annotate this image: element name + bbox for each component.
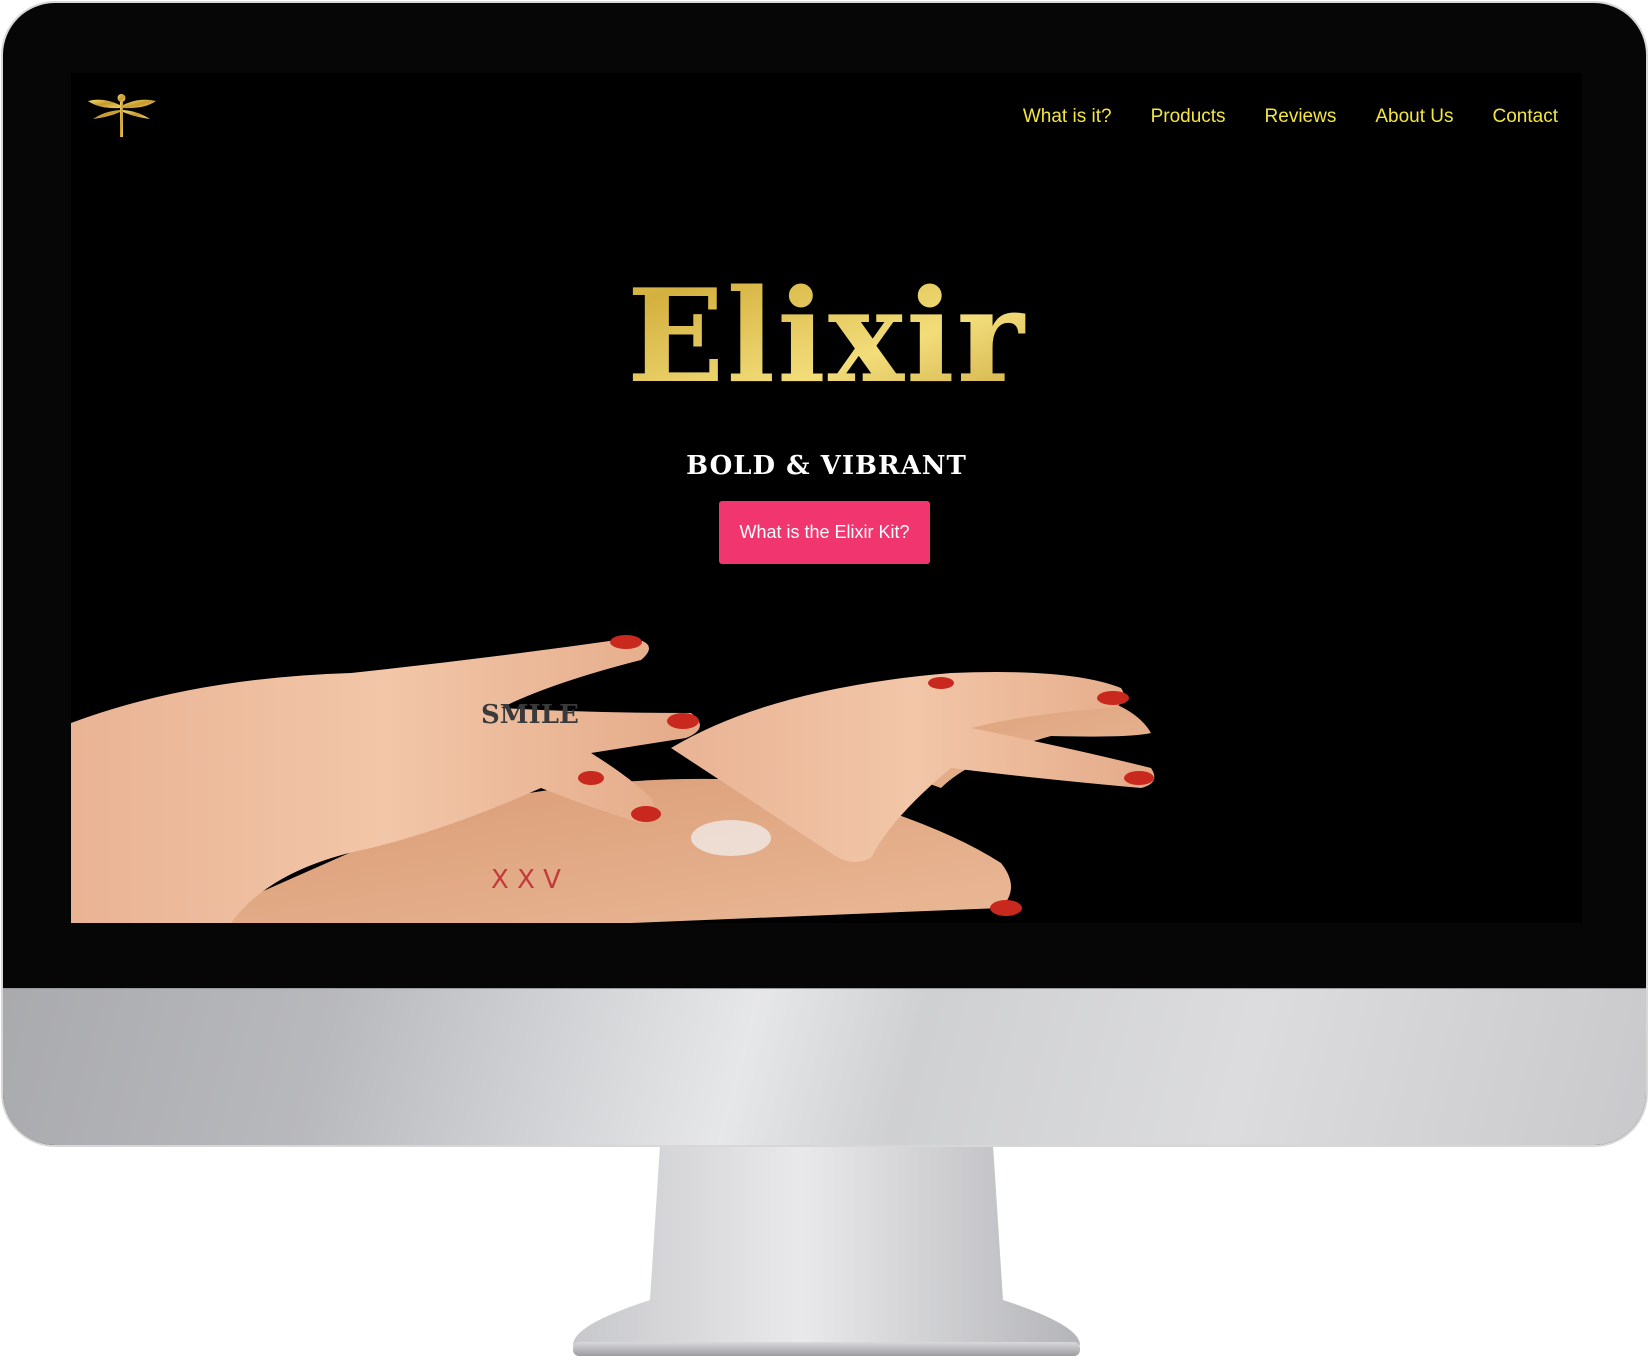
- nav-products[interactable]: Products: [1151, 106, 1226, 128]
- hero-tagline: BOLD & VIBRANT: [686, 451, 967, 481]
- nav-what-is-it[interactable]: What is it?: [1023, 106, 1112, 128]
- elixir-kit-button[interactable]: What is the Elixir Kit?: [719, 501, 930, 564]
- mockup-stage: What is it? Products Reviews About Us Co…: [0, 0, 1649, 1369]
- brand-wordmark: Elixir: [71, 273, 1582, 401]
- monitor-frame: What is it? Products Reviews About Us Co…: [3, 3, 1646, 1145]
- nav-contact[interactable]: Contact: [1493, 106, 1558, 128]
- main-nav: What is it? Products Reviews About Us Co…: [1023, 106, 1558, 128]
- hand-tattoo: X X V: [491, 865, 561, 895]
- nav-about-us[interactable]: About Us: [1375, 106, 1453, 128]
- nav-reviews[interactable]: Reviews: [1265, 106, 1337, 128]
- hero-hands-image: SMILE X X V: [71, 635, 1155, 923]
- monitor-chin: [3, 988, 1646, 1145]
- website-screen: What is it? Products Reviews About Us Co…: [71, 73, 1582, 923]
- finger-tattoo: SMILE: [481, 700, 579, 730]
- dragonfly-icon[interactable]: [87, 91, 157, 137]
